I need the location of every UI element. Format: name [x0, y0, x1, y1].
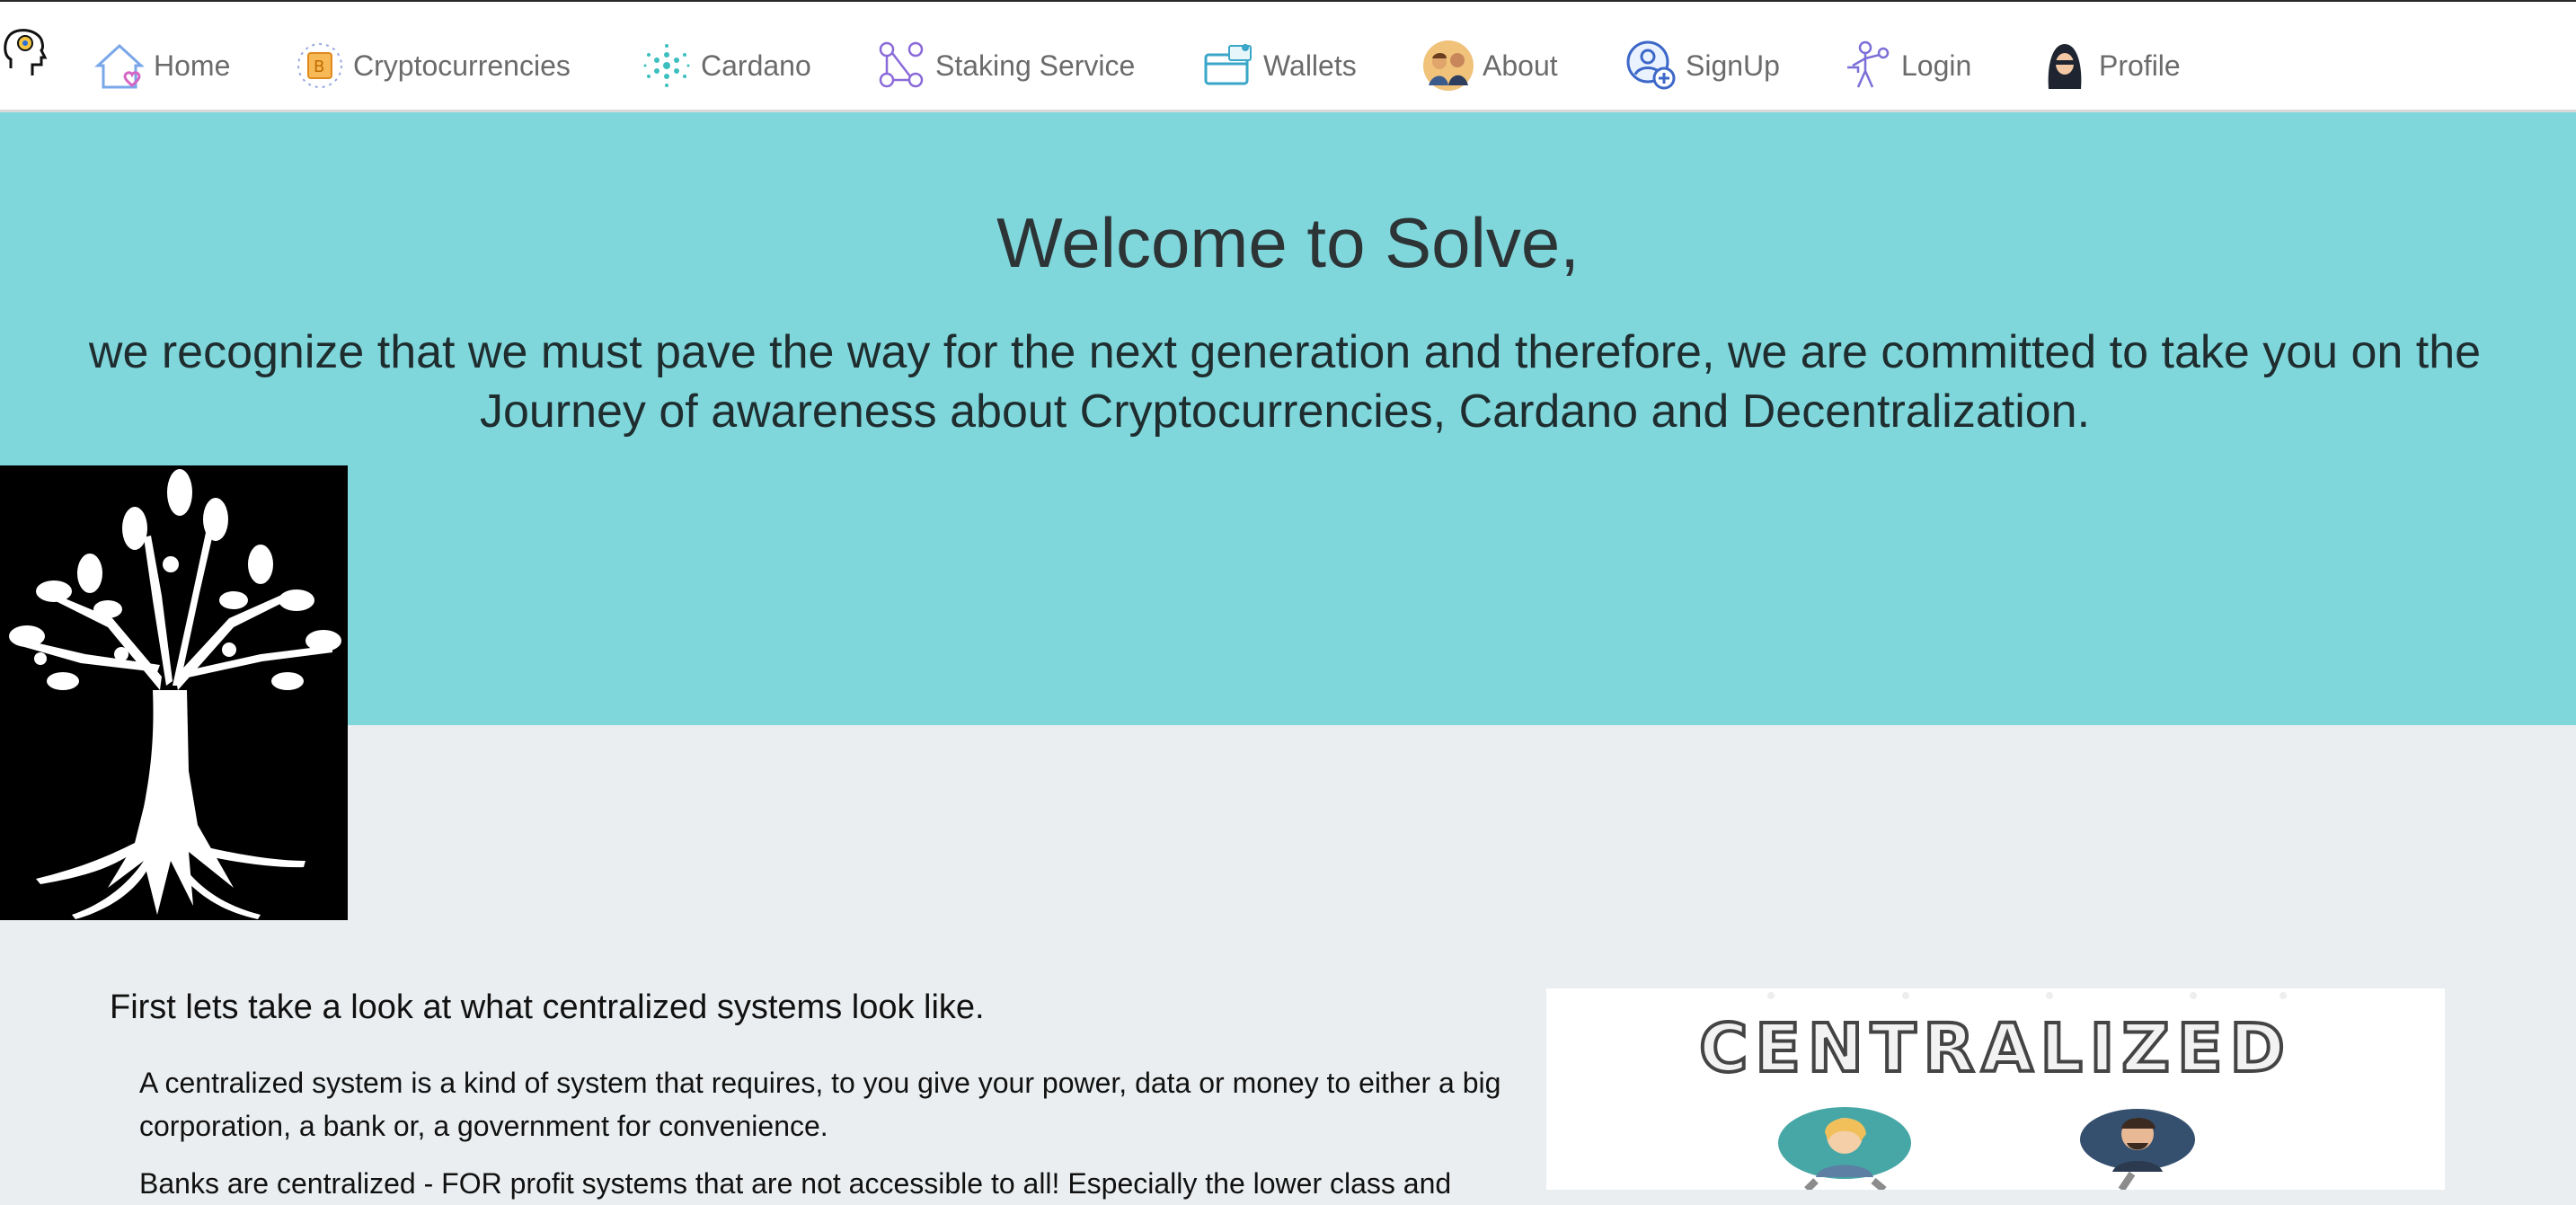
nav-label-cardano: Cardano — [701, 49, 811, 82]
nav-label-profile: Profile — [2099, 49, 2181, 82]
centralized-illustration: CENTRALIZED — [1546, 988, 2445, 1190]
nav-label-about: About — [1483, 49, 1558, 82]
nav-label-home: Home — [154, 49, 231, 82]
nav-home[interactable]: Home — [93, 36, 230, 95]
person-avatar-right — [2080, 1109, 2195, 1190]
hero-banner: Welcome to Solve, we recognize that we m… — [0, 112, 2576, 725]
head-gear-icon[interactable] — [0, 23, 50, 81]
nav-login[interactable]: Login — [1840, 36, 1971, 95]
svg-text:B: B — [314, 58, 324, 76]
nav-label-signup: SignUp — [1686, 49, 1780, 82]
user-add-icon — [1624, 39, 1678, 93]
section-heading: First lets take a look at what centraliz… — [110, 988, 985, 1026]
team-people-icon — [1421, 39, 1475, 93]
nav-about[interactable]: About — [1421, 36, 1558, 95]
nav-staking-service[interactable]: Staking Service — [874, 36, 1135, 95]
tree-of-life-image — [0, 465, 348, 920]
hooded-user-icon — [2038, 39, 2092, 93]
bitcoin-coin-icon: B — [292, 39, 346, 93]
nav-signup[interactable]: SignUp — [1624, 36, 1780, 95]
nav-profile[interactable]: Profile — [2038, 36, 2181, 95]
nav-label-login: Login — [1901, 49, 1972, 82]
person-key-icon — [1840, 39, 1894, 93]
network-users-icon — [874, 39, 928, 93]
person-avatar-left — [1778, 1107, 1911, 1190]
wallet-card-icon — [1202, 39, 1256, 93]
hero-title: Welcome to Solve, — [996, 203, 1580, 282]
hero-subtitle: we recognize that we must pave the way f… — [88, 326, 2482, 438]
paragraph-centralized-definition: A centralized system is a kind of system… — [139, 1067, 1501, 1142]
nav-cryptocurrencies[interactable]: B Cryptocurrencies — [292, 36, 571, 95]
cardano-logo-icon — [640, 39, 694, 93]
top-navbar: Home B Cryptocurrencies Cardano Staking … — [0, 0, 2576, 112]
nav-wallets[interactable]: Wallets — [1202, 36, 1357, 95]
home-heart-icon — [93, 39, 146, 93]
nav-cardano[interactable]: Cardano — [640, 36, 811, 95]
nav-label-wallets: Wallets — [1263, 49, 1357, 82]
nav-label-cryptocurrencies: Cryptocurrencies — [353, 49, 571, 82]
nav-label-staking-service: Staking Service — [935, 49, 1136, 82]
paragraph-banks: Banks are centralized - FOR profit syste… — [139, 1167, 1452, 1200]
